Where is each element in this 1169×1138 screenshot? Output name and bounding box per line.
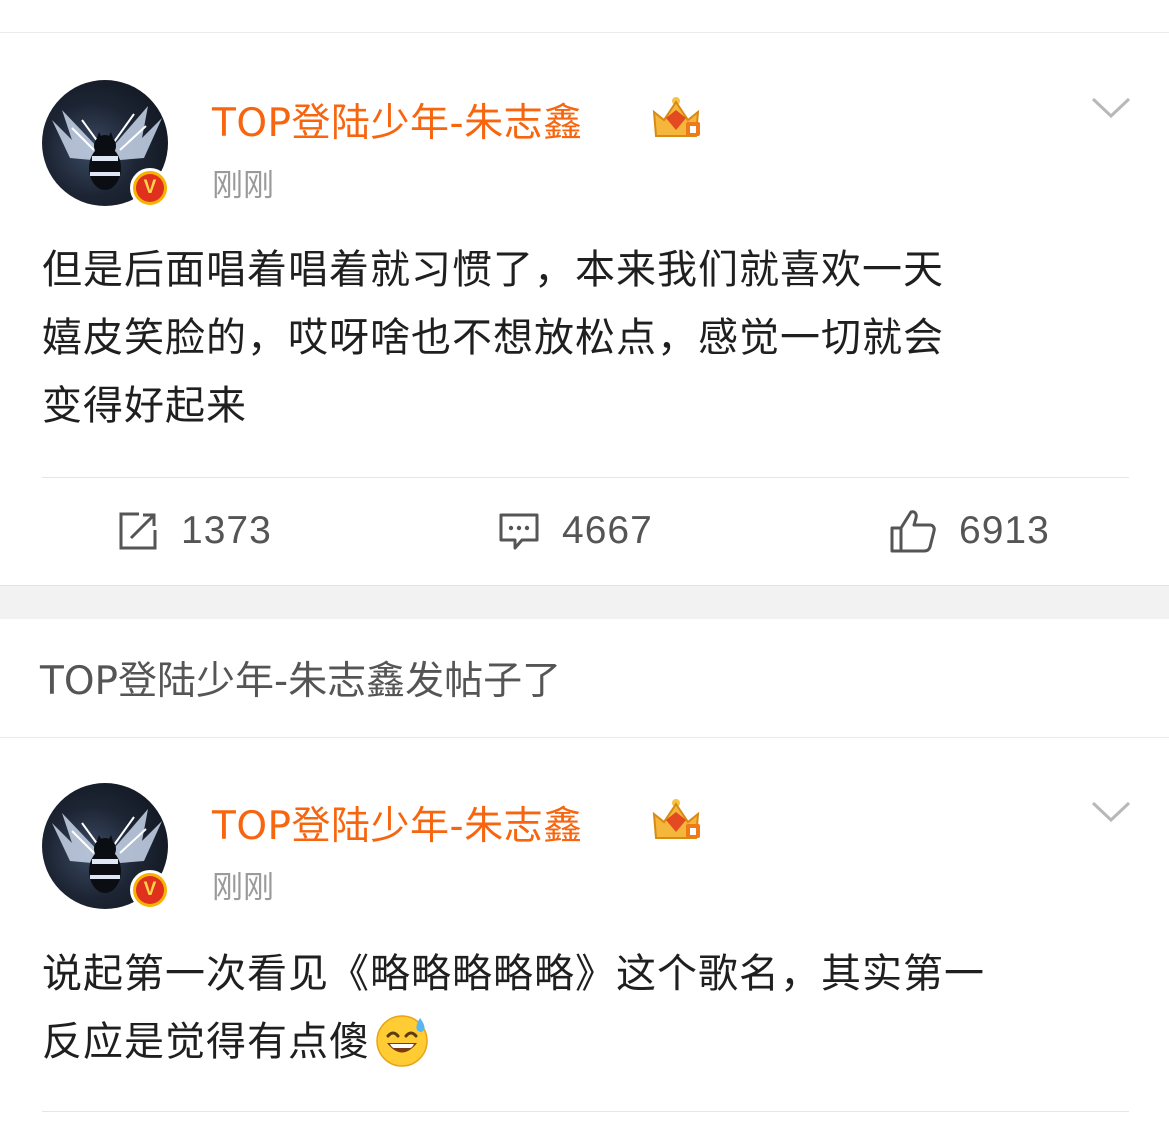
content-line: 但是后面唱着唱着就习惯了，本来我们就喜欢一天: [42, 247, 944, 293]
content-text: 反应是觉得有点傻: [42, 1019, 370, 1065]
action-bar: 1373 4667 6913: [0, 500, 1169, 562]
chevron-down-icon[interactable]: [1090, 96, 1132, 120]
repost-icon: [119, 512, 157, 550]
repost-count: 1373: [181, 509, 272, 552]
crown-icon: [652, 799, 700, 839]
sweat-smile-emoji: [376, 1015, 428, 1067]
comment-button[interactable]: 4667: [498, 500, 653, 562]
post-notice[interactable]: TOP登陆少年-朱志鑫发帖子了: [40, 650, 561, 706]
top-divider: [0, 32, 1169, 33]
divider: [42, 477, 1129, 478]
content-line: 反应是觉得有点傻: [42, 1008, 1132, 1076]
username[interactable]: TOP登陆少年-朱志鑫: [212, 92, 583, 148]
comment-count: 4667: [562, 509, 653, 552]
verified-badge-icon: V: [130, 168, 170, 208]
chevron-down-icon[interactable]: [1090, 800, 1132, 824]
divider: [0, 737, 1169, 738]
content-line: 变得好起来: [42, 383, 247, 429]
thumbs-up-icon: [890, 510, 936, 553]
comment-icon: [499, 513, 539, 550]
divider: [42, 1111, 1129, 1112]
username[interactable]: TOP登陆少年-朱志鑫: [212, 795, 583, 851]
content-line: 说起第一次看见《略略略略略》这个歌名，其实第一: [42, 951, 985, 997]
post-content: 但是后面唱着唱着就习惯了，本来我们就喜欢一天 嬉皮笑脸的，哎呀啥也不想放松点，感…: [42, 236, 1132, 440]
content-line: 嬉皮笑脸的，哎呀啥也不想放松点，感觉一切就会: [42, 315, 944, 361]
post-time: 刚刚: [212, 168, 274, 204]
like-count: 6913: [959, 509, 1050, 552]
post-time: 刚刚: [212, 870, 274, 906]
post-content: 说起第一次看见《略略略略略》这个歌名，其实第一 反应是觉得有点傻: [42, 940, 1132, 1076]
feed-separator: [0, 585, 1169, 619]
verified-badge-icon: V: [130, 870, 170, 910]
crown-icon: [652, 97, 700, 137]
repost-button[interactable]: 1373: [117, 500, 272, 562]
like-button[interactable]: 6913: [889, 500, 1050, 562]
